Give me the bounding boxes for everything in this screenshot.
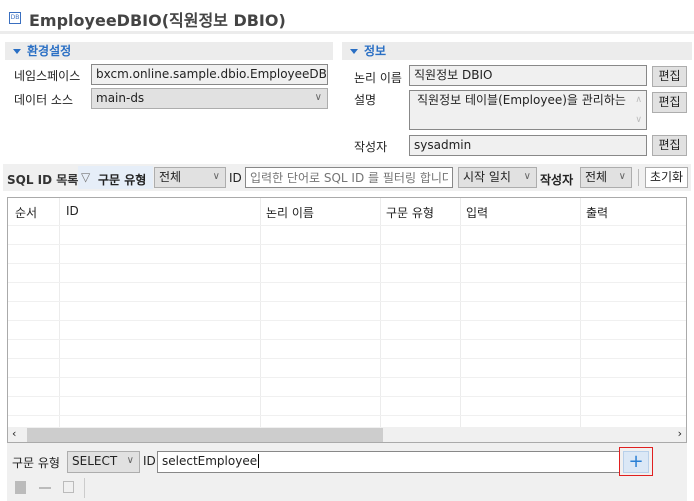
- id-filter-label: ID: [229, 171, 242, 185]
- scroll-up-icon[interactable]: ∧: [635, 93, 642, 108]
- description-label: 설명: [354, 93, 377, 107]
- add-id-value: selectEmployee: [162, 454, 258, 468]
- row-line: [8, 263, 686, 264]
- match-mode-select[interactable]: 시작 일치 ∨: [458, 167, 537, 188]
- column-divider: [380, 198, 381, 428]
- chevron-down-icon: ∨: [212, 171, 220, 182]
- plus-icon[interactable]: +: [623, 451, 649, 473]
- reset-button[interactable]: 초기화: [645, 167, 688, 188]
- logical-name-field[interactable]: 직원정보 DBIO: [409, 65, 647, 86]
- icon-divider: [84, 478, 85, 498]
- toolbar-divider: [638, 169, 639, 186]
- info-section-header[interactable]: 정보: [342, 42, 692, 60]
- column-header-id[interactable]: ID: [66, 204, 79, 218]
- scroll-left-icon[interactable]: ‹: [12, 427, 16, 440]
- row-line: [8, 244, 686, 245]
- author-label: 작성자: [354, 140, 388, 154]
- column-header-order[interactable]: 순서: [15, 204, 37, 221]
- datasource-select[interactable]: main-ds ∨: [91, 88, 328, 109]
- editor-title-bar: DB EmployeeDBIO(직원정보 DBIO): [0, 0, 694, 34]
- column-header-logical-name[interactable]: 논리 이름: [266, 204, 314, 221]
- column-header-statement-type[interactable]: 구문 유형: [386, 204, 434, 221]
- description-value: 직원정보 테이블(Employee)을 관리하는: [417, 93, 626, 107]
- scroll-right-icon[interactable]: ›: [678, 427, 682, 440]
- column-divider: [260, 198, 261, 428]
- copy-icon[interactable]: [15, 481, 26, 494]
- chevron-down-icon: ∨: [314, 92, 322, 103]
- author-field[interactable]: sysadmin: [409, 135, 647, 156]
- id-filter-input[interactable]: [245, 167, 453, 188]
- column-divider: [59, 198, 60, 428]
- row-line: [8, 301, 686, 302]
- row-line: [8, 415, 686, 416]
- column-header-output[interactable]: 출력: [586, 204, 608, 221]
- page-title: EmployeeDBIO(직원정보 DBIO): [29, 11, 286, 30]
- description-field[interactable]: 직원정보 테이블(Employee)을 관리하는 ∧ ∨: [409, 90, 647, 130]
- namespace-field[interactable]: bxcm.online.sample.dbio.EmployeeDBIO: [91, 64, 328, 85]
- type-filter-value: 전체: [159, 170, 182, 184]
- edit-author-button[interactable]: 편집: [652, 135, 687, 156]
- add-type-label: 구문 유형: [12, 456, 60, 470]
- column-divider: [460, 198, 461, 428]
- row-line: [8, 225, 686, 226]
- logical-name-label: 논리 이름: [354, 71, 402, 85]
- chevron-down-icon: ∨: [523, 171, 531, 182]
- row-line: [8, 396, 686, 397]
- type-filter-label: 구문 유형: [98, 173, 147, 187]
- edit-description-button[interactable]: 편집: [652, 92, 687, 113]
- row-line: [8, 282, 686, 283]
- scrollbar-thumb[interactable]: [27, 428, 383, 442]
- author-filter-value: 전체: [585, 170, 608, 184]
- text-cursor: [258, 454, 260, 468]
- row-line: [8, 339, 686, 340]
- dbio-icon: DB: [9, 12, 21, 24]
- add-id-label: ID: [143, 454, 156, 468]
- datasource-value: main-ds: [96, 91, 145, 105]
- datasource-label: 데이터 소스: [14, 93, 74, 107]
- add-sql-panel: 구문 유형 SELECT ∨ ID selectEmployee +: [7, 443, 687, 501]
- minus-icon[interactable]: [39, 487, 51, 489]
- author-filter-label: 작성자: [540, 173, 574, 187]
- add-id-input[interactable]: selectEmployee: [157, 451, 620, 473]
- chevron-down-icon: ∨: [618, 171, 626, 182]
- filter-toolbar: SQL ID 목록 ▽ 구문 유형 전체∨ ID 시작 일치∨ 작성자 전체∨ …: [3, 164, 691, 191]
- column-header-input[interactable]: 입력: [466, 204, 488, 221]
- column-divider: [580, 198, 581, 428]
- scroll-down-icon[interactable]: ∨: [635, 113, 642, 128]
- namespace-label: 네임스페이스: [14, 69, 81, 83]
- edit-logical-name-button[interactable]: 편집: [652, 66, 687, 87]
- add-type-value: SELECT: [72, 454, 118, 468]
- row-line: [8, 377, 686, 378]
- sql-id-list-label: SQL ID 목록: [7, 173, 79, 187]
- author-filter-select[interactable]: 전체 ∨: [580, 167, 632, 188]
- edit-icon[interactable]: [63, 481, 74, 493]
- horizontal-scrollbar[interactable]: ‹ ›: [8, 427, 686, 442]
- type-filter-select[interactable]: 전체 ∨: [154, 167, 226, 188]
- filter-icon: ▽: [81, 170, 91, 184]
- row-line: [8, 320, 686, 321]
- settings-section-header[interactable]: 환경설정: [5, 42, 333, 60]
- row-line: [8, 358, 686, 359]
- add-type-select[interactable]: SELECT ∨: [67, 451, 140, 473]
- chevron-down-icon: ∨: [126, 455, 134, 466]
- sql-id-table: 순서 ID 논리 이름 구문 유형 입력 출력 ‹ ›: [7, 197, 687, 443]
- match-mode-value: 시작 일치: [463, 170, 511, 184]
